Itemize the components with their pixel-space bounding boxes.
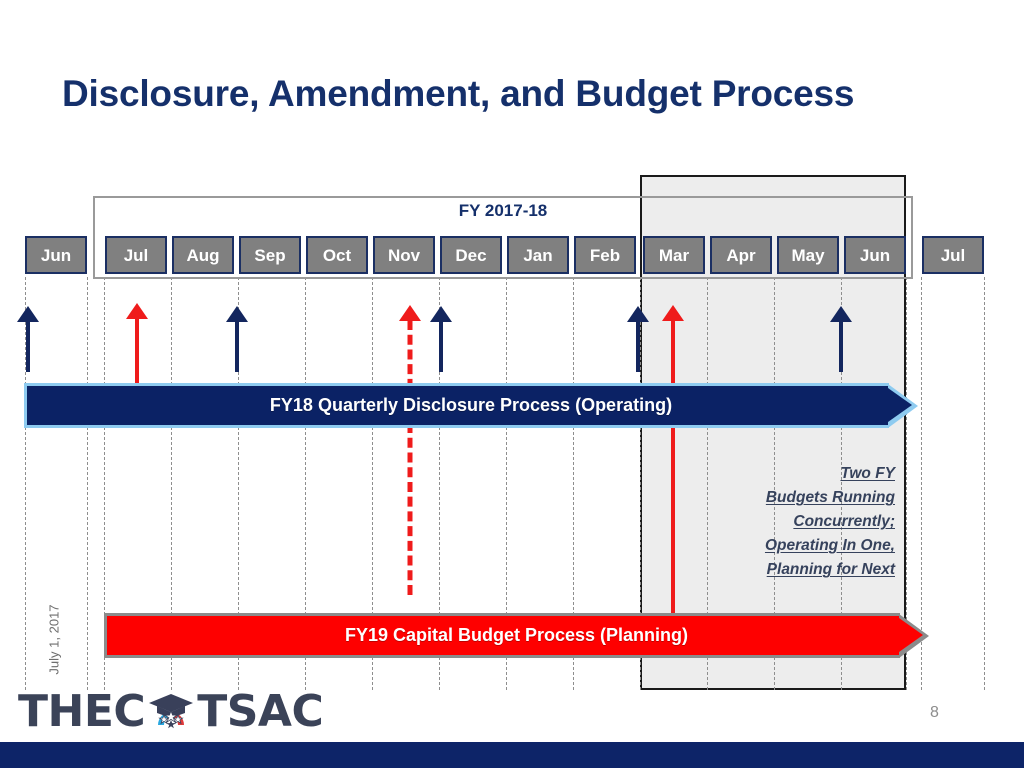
- month-box-jul-1[interactable]: Jul: [105, 236, 167, 274]
- month-box-may-11[interactable]: May: [777, 236, 839, 274]
- month-label: Oct: [322, 245, 352, 265]
- arrow-head-icon: [662, 305, 684, 321]
- slide-canvas: Disclosure, Amendment, and Budget Proces…: [0, 0, 1024, 768]
- arrow-shaft: [407, 320, 413, 595]
- gridline-16: [984, 277, 985, 690]
- process-bar-fy18-operating: FY18 Quarterly Disclosure Process (Opera…: [24, 383, 918, 428]
- milestone-arrow-mar-red: [662, 305, 684, 619]
- arrow-head-icon: [126, 303, 148, 319]
- annotation-line-4: Planning for Next: [766, 561, 895, 579]
- month-box-mar-9[interactable]: Mar: [643, 236, 705, 274]
- arrow-head-icon: [226, 306, 248, 322]
- month-box-apr-10[interactable]: Apr: [710, 236, 772, 274]
- month-label: Feb: [589, 245, 621, 265]
- month-label: Dec: [455, 245, 487, 265]
- arrow-head-icon: [627, 306, 649, 322]
- arrow-head-icon: [430, 306, 452, 322]
- milestone-arrow-mar-navy: [627, 306, 649, 372]
- month-label: Jun: [859, 245, 891, 265]
- milestone-arrow-nov-red: [399, 305, 421, 595]
- month-label: Apr: [726, 245, 756, 265]
- process-bar-fy19-planning: FY19 Capital Budget Process (Planning): [104, 613, 929, 658]
- annotation-line-0: Two FY: [840, 465, 895, 482]
- page-title: Disclosure, Amendment, and Budget Proces…: [62, 73, 855, 114]
- month-label: Sep: [254, 245, 286, 265]
- footer-bar: [0, 742, 1024, 768]
- month-label: Mar: [658, 245, 690, 265]
- milestone-arrow-jul-red: [126, 303, 148, 385]
- arrow-head-icon: [399, 305, 421, 321]
- month-label: Jan: [523, 245, 553, 265]
- page-number: 8: [930, 704, 939, 721]
- fiscal-year-label: FY 2017-18: [458, 201, 548, 220]
- month-box-aug-2[interactable]: Aug: [172, 236, 234, 274]
- logo-text-thec: THEC: [18, 686, 146, 737]
- month-label: May: [791, 245, 825, 265]
- milestone-arrow-jun-navy: [17, 306, 39, 372]
- arrow-shaft: [235, 321, 239, 372]
- arrow-shaft: [439, 321, 443, 372]
- gridline-1: [87, 277, 88, 690]
- month-box-jun-0[interactable]: Jun: [25, 236, 87, 274]
- graduation-cap-icon: [147, 690, 195, 734]
- arrow-shaft: [636, 321, 640, 372]
- month-label: Nov: [387, 245, 421, 265]
- logo-text-tsac: TSAC: [197, 686, 324, 737]
- arrow-shaft: [671, 320, 675, 619]
- process-bar-fy18-label: FY18 Quarterly Disclosure Process (Opera…: [269, 395, 673, 415]
- arrow-head-icon: [830, 306, 852, 322]
- arrow-shaft: [26, 321, 30, 372]
- month-box-dec-6[interactable]: Dec: [440, 236, 502, 274]
- month-label: Jul: [940, 245, 966, 265]
- process-bar-fy19-label: FY19 Capital Budget Process (Planning): [344, 625, 689, 645]
- month-label: Jun: [40, 245, 72, 265]
- arrow-shaft: [135, 318, 139, 385]
- annotation-line-1: Budgets Running: [765, 489, 895, 507]
- month-label: Jul: [123, 245, 149, 265]
- month-box-jan-7[interactable]: Jan: [507, 236, 569, 274]
- month-box-sep-3[interactable]: Sep: [239, 236, 301, 274]
- milestone-arrow-may-navy: [830, 306, 852, 372]
- thec-tsac-logo: THEC TSAC: [18, 686, 324, 737]
- month-box-nov-5[interactable]: Nov: [373, 236, 435, 274]
- month-box-jun-12[interactable]: Jun: [844, 236, 906, 274]
- annotation-line-2: Concurrently;: [793, 513, 895, 531]
- milestone-arrow-sep-navy: [226, 306, 248, 372]
- milestone-arrow-nov-navy: [430, 306, 452, 372]
- concurrent-budgets-annotation: Two FY Budgets Running Concurrently; Operat…: [700, 462, 895, 582]
- arrow-shaft: [839, 321, 843, 372]
- month-box-jul-13[interactable]: Jul: [922, 236, 984, 274]
- arrow-head-icon: [17, 306, 39, 322]
- month-box-feb-8[interactable]: Feb: [574, 236, 636, 274]
- month-box-oct-4[interactable]: Oct: [306, 236, 368, 274]
- date-marker-label: July 1, 2017: [46, 604, 62, 675]
- month-label: Aug: [186, 245, 220, 265]
- annotation-line-3: Operating In One,: [764, 537, 895, 555]
